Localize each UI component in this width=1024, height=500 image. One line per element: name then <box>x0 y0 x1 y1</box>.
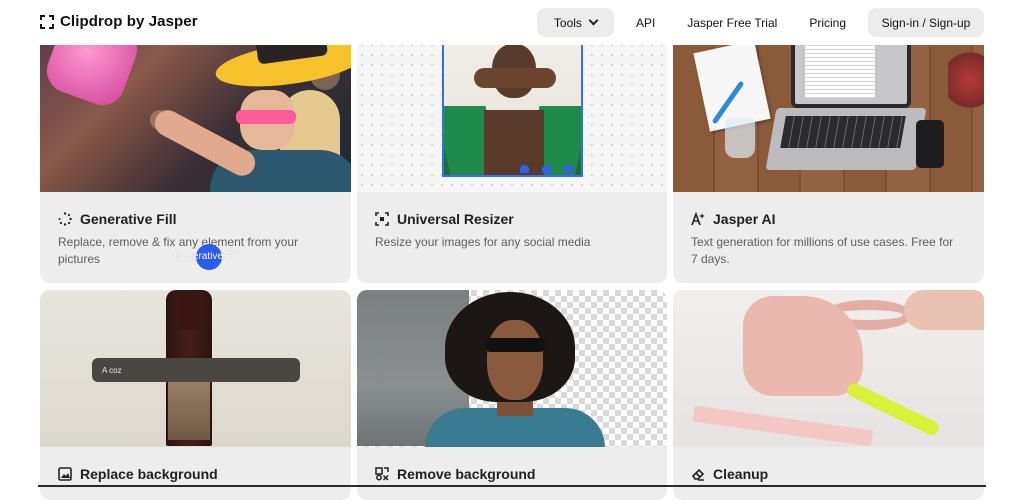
tool-card-universal-resizer[interactable]: Universal Resizer Resize your images for… <box>357 30 667 283</box>
universal-resizer-preview-image <box>357 30 667 192</box>
tools-dropdown-button[interactable]: Tools <box>536 8 614 37</box>
tools-label: Tools <box>553 15 582 30</box>
eraser-icon <box>691 468 705 481</box>
chevron-down-icon <box>588 15 599 26</box>
cleanup-preview-image <box>673 290 984 447</box>
replace-background-preview-image: A coz <box>40 290 351 447</box>
main-nav: Tools API Jasper Free Trial Pricing Sign… <box>536 8 984 37</box>
nav-link-api[interactable]: API <box>636 16 655 30</box>
nav-link-pricing[interactable]: Pricing <box>809 16 846 30</box>
card-title: Replace background <box>80 466 218 482</box>
remove-background-preview-image <box>357 290 667 447</box>
tool-card-jasper-ai[interactable]: Jasper AI Text generation for millions o… <box>673 30 984 283</box>
card-title: Remove background <box>397 466 536 482</box>
resize-icon <box>375 212 389 226</box>
top-nav-bar: Clipdrop by Jasper Tools API Jasper Free… <box>0 0 1024 45</box>
sign-in-button[interactable]: Sign-in / Sign-up <box>868 8 984 37</box>
generative-fill-cursor-label: Generative Fill <box>174 251 239 262</box>
tool-card-cleanup[interactable]: Cleanup <box>673 290 984 500</box>
text-ai-icon <box>691 212 705 226</box>
tool-card-replace-background[interactable]: A coz Replace background <box>40 290 351 500</box>
card-title: Universal Resizer <box>397 211 514 227</box>
jasper-ai-preview-image <box>673 30 984 192</box>
prompt-input-preview: A coz <box>92 358 300 382</box>
logo[interactable]: Clipdrop by Jasper <box>40 13 198 30</box>
logo-text: Clipdrop by Jasper <box>60 13 198 30</box>
remove-bg-icon <box>375 467 389 481</box>
card-title: Cleanup <box>713 466 769 482</box>
card-title: Generative Fill <box>80 211 177 227</box>
clipdrop-logo-icon <box>40 14 54 29</box>
card-title: Jasper AI <box>713 211 776 227</box>
sparkle-dots-icon <box>58 212 72 226</box>
tool-card-remove-background[interactable]: Remove background <box>357 290 667 500</box>
generative-fill-preview-image <box>40 30 351 192</box>
nav-link-free-trial[interactable]: Jasper Free Trial <box>687 16 777 30</box>
card-description: Text generation for millions of use case… <box>691 235 954 266</box>
image-replace-icon <box>58 467 72 481</box>
card-description: Resize your images for any social media <box>375 235 591 249</box>
tool-card-generative-fill[interactable]: Generative Fill Replace, remove & fix an… <box>40 30 351 283</box>
